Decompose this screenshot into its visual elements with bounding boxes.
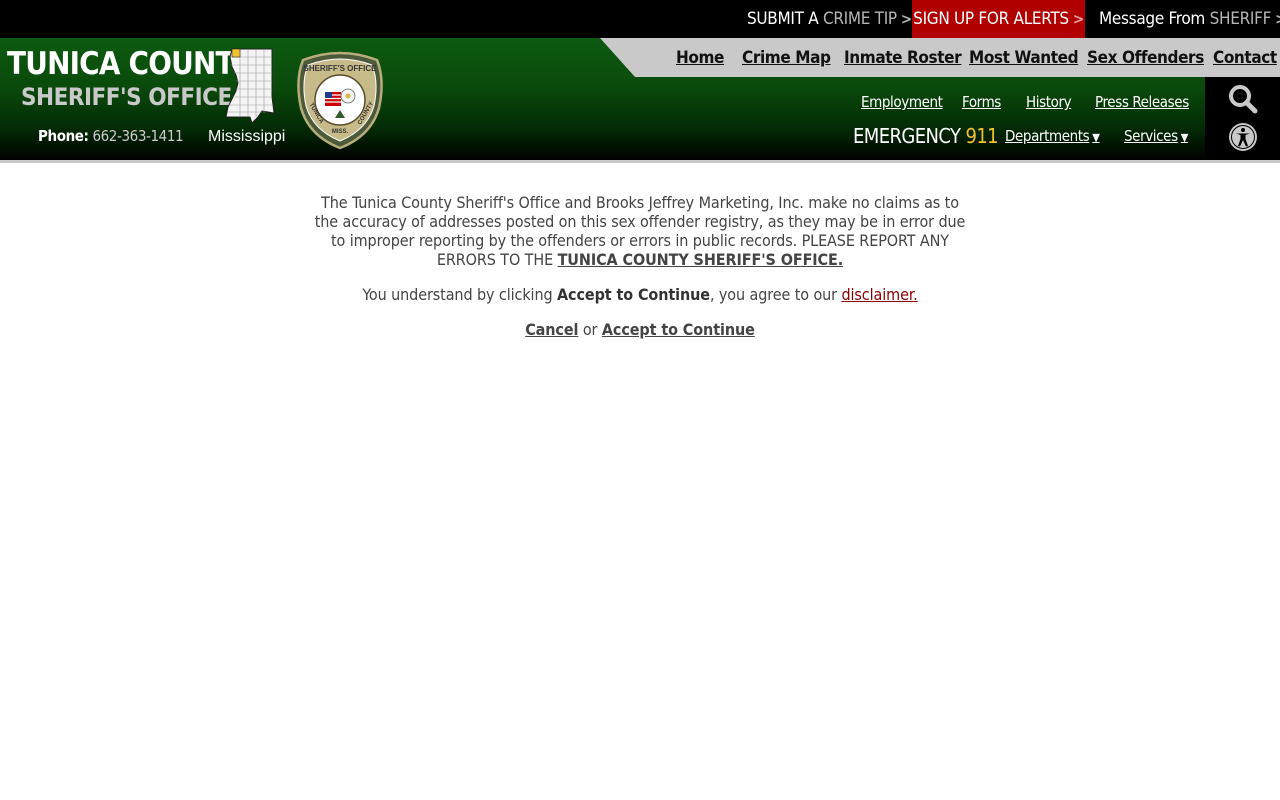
- chevron-right-icon: >: [1275, 10, 1280, 28]
- mississippi-map-icon: [225, 48, 275, 124]
- site-title[interactable]: TUNICA COUNTY: [7, 46, 254, 82]
- submit-crime-tip-link[interactable]: SUBMIT A CRIME TIP >: [747, 0, 912, 38]
- phone-value: 662-363-1411: [92, 127, 184, 145]
- nav-sex-offenders[interactable]: Sex Offenders: [1087, 38, 1204, 77]
- nav-press-releases[interactable]: Press Releases: [1095, 93, 1189, 111]
- chevron-down-icon: ▼: [1180, 131, 1189, 144]
- agreement-paragraph: You understand by clicking Accept to Con…: [310, 285, 970, 304]
- site-subtitle[interactable]: SHERIFF'S OFFICE: [21, 83, 232, 111]
- alerts-label: SIGN UP FOR ALERTS: [913, 9, 1069, 29]
- chevron-right-icon: >: [1072, 10, 1084, 28]
- state-label: Mississippi: [208, 128, 286, 145]
- emergency-911[interactable]: EMERGENCY 911: [853, 124, 999, 148]
- phone-label: Phone:: [38, 127, 89, 145]
- cancel-link[interactable]: Cancel: [525, 320, 578, 339]
- chevron-down-icon: ▼: [1092, 131, 1100, 144]
- phone-number[interactable]: Phone: 662-363-1411: [38, 127, 184, 145]
- departments-dropdown[interactable]: Departments ▼: [1005, 127, 1100, 145]
- chevron-right-icon: >: [900, 10, 912, 28]
- header-divider: [0, 160, 1280, 163]
- disclaimer-link[interactable]: disclaimer.: [841, 285, 917, 304]
- crime-tip-label-b: CRIME TIP: [822, 9, 897, 29]
- search-icon[interactable]: [1227, 83, 1259, 115]
- nav-employment[interactable]: Employment: [861, 93, 943, 111]
- nav-home[interactable]: Home: [676, 38, 724, 77]
- nav-crime-map[interactable]: Crime Map: [742, 38, 831, 77]
- emergency-number: 911: [965, 124, 999, 148]
- sheriff-label-b: SHERIFF: [1209, 9, 1272, 29]
- accessibility-icon[interactable]: [1227, 121, 1259, 153]
- or-text: or: [582, 320, 598, 339]
- agreement-bold: Accept to Continue: [557, 285, 710, 304]
- nav-history[interactable]: History: [1026, 93, 1072, 111]
- disclaimer-panel: The Tunica County Sheriff's Office and B…: [310, 193, 970, 355]
- services-label: Services: [1124, 127, 1178, 145]
- departments-label: Departments: [1005, 127, 1090, 145]
- nav-contact[interactable]: Contact: [1213, 38, 1277, 77]
- accept-to-continue-link[interactable]: Accept to Continue: [602, 320, 755, 339]
- nav-inmate-roster[interactable]: Inmate Roster: [844, 38, 962, 77]
- message-from-sheriff-link[interactable]: Message From SHERIFF>: [1099, 0, 1280, 38]
- disclaimer-paragraph: The Tunica County Sheriff's Office and B…: [310, 193, 970, 269]
- sheriff-badge-logo[interactable]: SHERIFF'S OFFICE TUNICA COUNTY MISS.: [295, 46, 385, 150]
- emergency-label: EMERGENCY: [853, 124, 961, 148]
- nav-most-wanted[interactable]: Most Wanted: [969, 38, 1079, 77]
- badge-top-text: SHERIFF'S OFFICE: [303, 64, 377, 73]
- agreement-text: You understand by clicking: [362, 285, 553, 304]
- services-dropdown[interactable]: Services ▼: [1124, 127, 1188, 145]
- agreement-text-mid: , you agree to our: [709, 285, 837, 304]
- sign-up-alerts-link[interactable]: SIGN UP FOR ALERTS >: [912, 0, 1085, 38]
- nav-forms[interactable]: Forms: [962, 93, 1001, 111]
- sheriff-office-link[interactable]: TUNICA COUNTY SHERIFF'S OFFICE.: [558, 250, 844, 269]
- sheriff-label-a: Message From: [1099, 9, 1206, 29]
- crime-tip-label-a: SUBMIT A: [747, 9, 819, 29]
- badge-bottom-text: MISS.: [332, 129, 349, 135]
- top-bar: SUBMIT A CRIME TIP > SIGN UP FOR ALERTS > …: [0, 0, 1280, 38]
- action-row: Cancel or Accept to Continue: [310, 320, 970, 339]
